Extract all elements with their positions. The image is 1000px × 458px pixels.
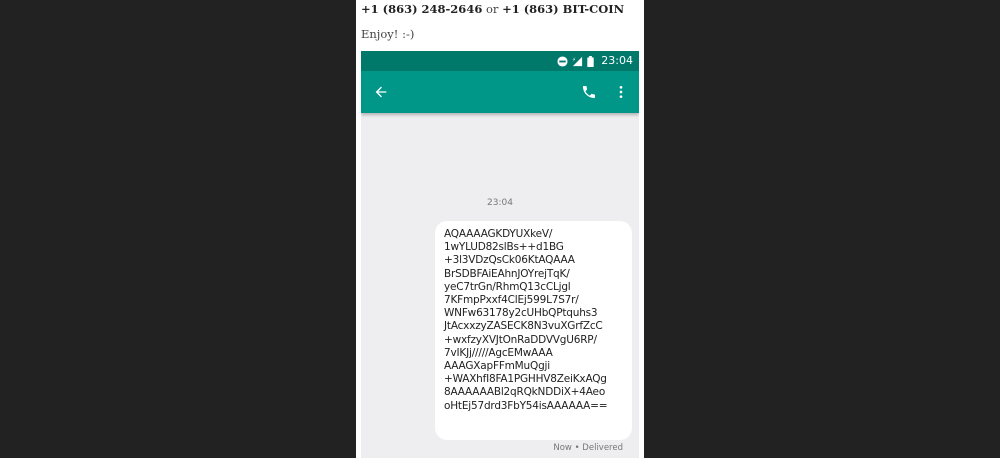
app-bar	[361, 71, 639, 113]
svg-text:⚡: ⚡	[572, 56, 576, 63]
message-line: 7vIKJj/////AgcEMwAAA	[444, 346, 553, 359]
message-timestamp: 23:04	[487, 198, 513, 208]
message-line: +WAXhfI8FA1PGHHV8ZeiKxAQg	[444, 373, 607, 386]
message-line: oHtEj57drd3FbY54isAAAAAA==	[444, 399, 608, 412]
phone-screenshot: ⚡ 23:04 23:04 AQAAAAGKDYUXkeV/ 1wYLUD82s…	[361, 51, 639, 458]
status-bar: ⚡ 23:04	[361, 51, 639, 71]
document-page: +1 (863) 248-2646 or +1 (863) BIT-COIN E…	[356, 0, 644, 458]
message-line: 7KFmpPxxf4ClEj599L7S7r/	[444, 294, 579, 307]
conversation-view[interactable]: 23:04 AQAAAAGKDYUXkeV/ 1wYLUD82slBs++d1B…	[361, 113, 639, 458]
message-line: +3l3VDzQsCk06KtAQAAA	[444, 254, 575, 267]
message-bubble[interactable]: AQAAAAGKDYUXkeV/ 1wYLUD82slBs++d1BG +3l3…	[435, 221, 632, 440]
message-line: 1wYLUD82slBs++d1BG	[444, 241, 564, 254]
do-not-disturb-icon	[557, 55, 568, 67]
battery-icon	[587, 55, 595, 67]
message-line: WNFw63178y2cUHbQPtquhs3	[444, 307, 598, 320]
message-line: JtAcxxzyZASECK8N3vuXGrfZcC	[444, 320, 603, 333]
connector-text: or	[485, 2, 499, 16]
phone-number-line: +1 (863) 248-2646 or +1 (863) BIT-COIN	[361, 2, 624, 16]
more-vert-icon[interactable]	[611, 82, 631, 102]
status-time: 23:04	[601, 54, 633, 67]
phone-alias[interactable]: +1 (863) BIT-COIN	[502, 2, 624, 16]
phone-call-icon[interactable]	[579, 82, 599, 102]
delivery-status: Now • Delivered	[553, 443, 623, 453]
phone-number[interactable]: +1 (863) 248-2646	[361, 2, 482, 16]
message-line: 8AAAAAABl2qRQkNDDiX+4Aeo	[444, 386, 606, 399]
back-arrow-icon[interactable]	[371, 82, 391, 102]
closing-text: Enjoy! :-)	[361, 27, 415, 41]
message-line: AQAAAAGKDYUXkeV/	[444, 228, 553, 240]
message-line: AAAGXapFFmMuQgji	[444, 360, 550, 373]
message-line: +wxfzyXVJtOnRaDDVVgU6RP/	[444, 333, 597, 346]
message-line: BrSDBFAiEAhnJOYrejTqK/	[444, 267, 570, 280]
signal-icon: ⚡	[572, 56, 583, 67]
message-line: yeC7trGn/RhmQ13cCLjgl	[444, 280, 571, 293]
